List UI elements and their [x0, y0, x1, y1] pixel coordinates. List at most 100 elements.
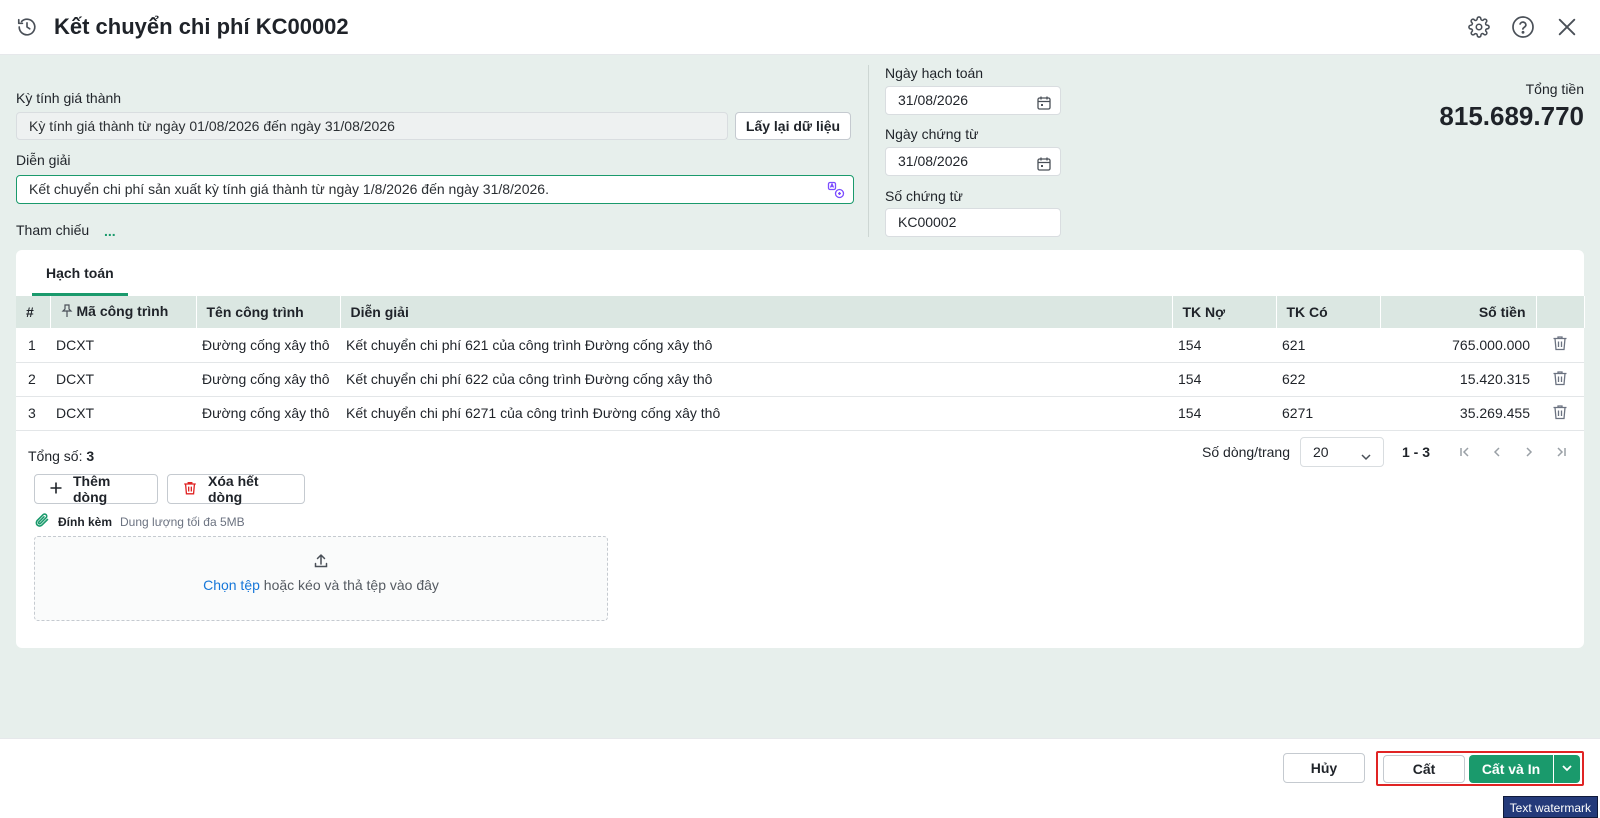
row-description[interactable]: Kết chuyển chi phí 622 của công trình Đư…	[340, 362, 1172, 397]
gear-icon[interactable]	[1466, 14, 1492, 40]
column-header-credit[interactable]: TK Có	[1276, 296, 1381, 328]
first-page-icon[interactable]	[1454, 441, 1476, 463]
row-code[interactable]: DCXT	[50, 362, 196, 397]
history-icon[interactable]	[16, 16, 38, 38]
row-description[interactable]: Kết chuyển chi phí 621 của công trình Đư…	[340, 328, 1172, 363]
attachment-label: Đính kèm	[58, 514, 113, 529]
save-button-group-highlight: Cất Cất và In	[1376, 751, 1584, 786]
voucher-no-input[interactable]: KC00002	[885, 208, 1061, 237]
row-debit[interactable]: 154	[1172, 328, 1276, 363]
period-label: Kỳ tính giá thành	[16, 90, 122, 106]
row-name[interactable]: Đường cống xây thô	[196, 328, 340, 363]
calendar-icon[interactable]	[1036, 154, 1052, 171]
cancel-button[interactable]: Hủy	[1283, 753, 1365, 783]
prev-page-icon[interactable]	[1486, 441, 1508, 463]
reload-data-button[interactable]: Lấy lại dữ liệu	[735, 112, 851, 140]
reference-label: Tham chiếu	[16, 222, 90, 238]
tab-accounting[interactable]: Hạch toán	[32, 250, 128, 296]
row-debit[interactable]: 154	[1172, 362, 1276, 397]
description-label: Diễn giải	[16, 152, 71, 168]
column-header-description[interactable]: Diễn giải	[340, 296, 1173, 328]
row-credit[interactable]: 6271	[1276, 396, 1380, 431]
table-row[interactable]: 1 DCXT Đường cống xây thô Kết chuyển chi…	[16, 328, 1584, 363]
total-amount-label: Tổng tiền	[1525, 81, 1584, 97]
chevron-down-icon	[1359, 445, 1373, 473]
last-page-icon[interactable]	[1550, 441, 1572, 463]
row-amount[interactable]: 15.420.315	[1380, 362, 1536, 397]
row-amount[interactable]: 765.000.000	[1380, 328, 1536, 363]
delete-all-rows-label: Xóa hết dòng	[208, 473, 259, 505]
column-header-name[interactable]: Tên công trình	[196, 296, 341, 328]
row-no: 3	[16, 396, 50, 431]
attachment-hint: Dung lượng tối đa 5MB	[120, 514, 245, 529]
drop-instruction: hoặc kéo và thả tệp vào đây	[259, 577, 439, 593]
text-watermark: Text watermark	[1502, 796, 1598, 818]
close-icon[interactable]	[1554, 14, 1580, 40]
row-code[interactable]: DCXT	[50, 328, 196, 363]
accounting-table: # Mã công trình Tên công trình Diễn giải…	[16, 296, 1585, 431]
paperclip-icon	[34, 512, 50, 531]
row-no: 2	[16, 362, 50, 397]
add-row-button[interactable]: Thêm dòng	[34, 473, 158, 505]
row-description[interactable]: Kết chuyển chi phí 6271 của công trình Đ…	[340, 396, 1172, 431]
row-amount[interactable]: 35.269.455	[1380, 396, 1536, 431]
period-field: Kỳ tính giá thành từ ngày 01/08/2026 đến…	[16, 112, 728, 140]
page-size-value: 20	[1312, 444, 1329, 460]
add-row-label: Thêm dòng	[73, 473, 111, 505]
pagination: Số dòng/trang 20 1 - 3	[1202, 437, 1572, 467]
save-options-dropdown[interactable]	[1554, 755, 1580, 783]
next-page-icon[interactable]	[1518, 441, 1540, 463]
table-row[interactable]: 3 DCXT Đường cống xây thô Kết chuyển chi…	[16, 396, 1584, 431]
row-code[interactable]: DCXT	[50, 396, 196, 431]
save-button[interactable]: Cất	[1383, 755, 1465, 783]
file-dropzone[interactable]: Chọn tệp hoặc kéo và thả tệp vào đây	[34, 536, 608, 621]
delete-all-rows-button[interactable]: Xóa hết dòng	[167, 473, 305, 505]
voucher-no-label: Số chứng từ	[885, 188, 963, 204]
voucher-date-input[interactable]: 31/08/2026	[885, 147, 1061, 176]
plus-icon	[49, 481, 63, 498]
trash-icon[interactable]	[1536, 328, 1584, 363]
posting-date-value: 31/08/2026	[898, 92, 969, 108]
table-header-row: # Mã công trình Tên công trình Diễn giải…	[16, 296, 1585, 328]
trash-icon[interactable]	[1536, 396, 1584, 431]
page-size-label: Số dòng/trang	[1202, 444, 1290, 460]
reference-more-link[interactable]: ...	[104, 223, 116, 239]
trash-icon	[182, 480, 198, 499]
save-and-print-button[interactable]: Cất và In	[1469, 755, 1553, 783]
accounting-panel: Hạch toán # Mã công trình Tên công trình…	[16, 250, 1585, 648]
voucher-date-label: Ngày chứng từ	[885, 126, 979, 142]
row-credit[interactable]: 621	[1276, 328, 1380, 363]
column-header-amount[interactable]: Số tiền	[1380, 296, 1537, 328]
total-count-value: 3	[86, 448, 95, 464]
column-header-code[interactable]: Mã công trình	[50, 296, 197, 328]
column-header-code-label: Mã công trình	[76, 303, 169, 319]
pin-icon[interactable]	[61, 304, 73, 321]
translate-icon[interactable]	[827, 181, 845, 199]
chevron-down-icon	[1560, 761, 1574, 778]
posting-date-input[interactable]: 31/08/2026	[885, 86, 1061, 115]
row-name[interactable]: Đường cống xây thô	[196, 396, 340, 431]
column-header-no: #	[16, 296, 51, 328]
description-input[interactable]: Kết chuyển chi phí sản xuất kỳ tính giá …	[16, 175, 854, 204]
table-row[interactable]: 2 DCXT Đường cống xây thô Kết chuyển chi…	[16, 362, 1584, 397]
row-debit[interactable]: 154	[1172, 396, 1276, 431]
row-credit[interactable]: 622	[1276, 362, 1380, 397]
page-title: Kết chuyển chi phí KC00002	[54, 14, 349, 39]
calendar-icon[interactable]	[1036, 93, 1052, 110]
row-no: 1	[16, 328, 50, 363]
page-size-select[interactable]: 20	[1299, 437, 1384, 467]
total-count-label: Tổng số:	[28, 448, 83, 464]
title-actions	[1466, 14, 1580, 40]
choose-file-link[interactable]: Chọn tệp	[203, 577, 260, 593]
help-icon[interactable]	[1510, 14, 1536, 40]
upload-icon	[313, 553, 329, 572]
column-header-debit[interactable]: TK Nợ	[1172, 296, 1277, 328]
vertical-divider	[868, 65, 869, 237]
row-name[interactable]: Đường cống xây thô	[196, 362, 340, 397]
attachment-header: Đính kèm Dung lượng tối đa 5MB	[34, 512, 245, 531]
posting-date-label: Ngày hạch toán	[885, 65, 984, 81]
trash-icon[interactable]	[1536, 362, 1584, 397]
column-header-actions	[1536, 296, 1585, 328]
cost-transfer-dialog: Kết chuyển chi phí KC00002 Kỳ tính giá t…	[0, 0, 1600, 793]
dialog-footer: Hủy Cất Cất và In	[0, 738, 1600, 793]
